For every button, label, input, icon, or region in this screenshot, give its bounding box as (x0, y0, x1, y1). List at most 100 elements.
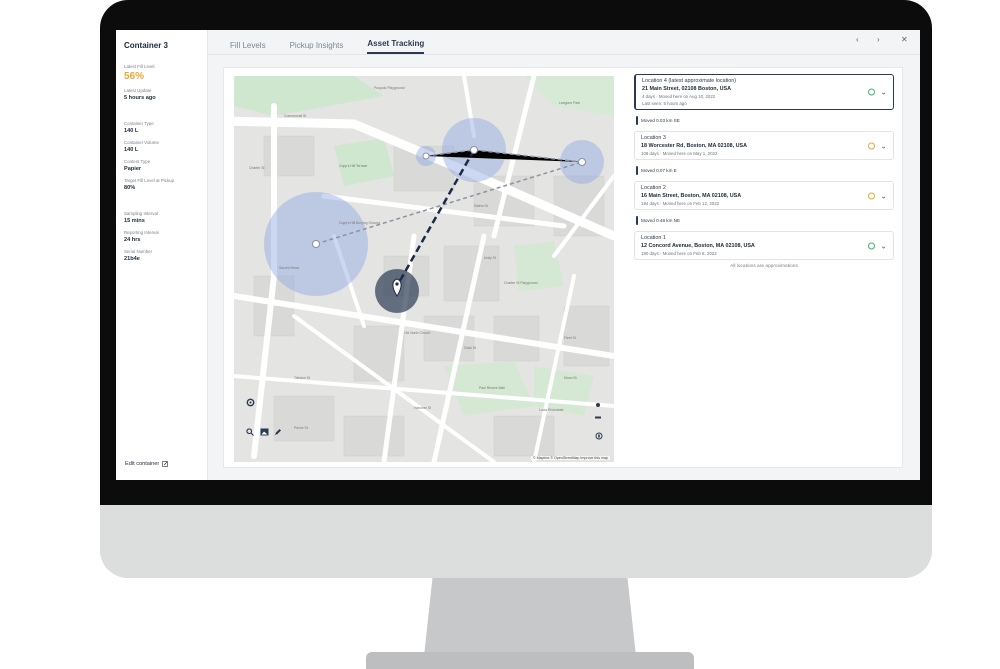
field-label: Target Fill Level at Pickup (124, 178, 175, 183)
street-label: Moon St (564, 376, 577, 380)
location-title: Location 1 (641, 235, 666, 241)
location-history-list: Location 4 (latest approximate location)… (634, 74, 894, 269)
field-label: Serial Number (124, 249, 153, 254)
tab-bar: Fill Levels Pickup Insights Asset Tracki… (208, 30, 920, 54)
street-label: Salem St (474, 204, 488, 208)
location-address: 18 Worcester Rd, Boston, MA 02108, USA (641, 143, 748, 149)
place-label: Charter St Playground (504, 281, 538, 285)
movement-distance: Moved 0.07 km E (641, 168, 677, 173)
location-duration: 190 days · Moved here on Feb 8, 2022 (641, 251, 717, 256)
location-duration: 184 days · Moved here on Feb 12, 2022 (641, 201, 720, 206)
street-label: Fleet St (564, 336, 576, 340)
location-duration: 4 days · Moved here on Aug 10, 2022 (642, 94, 716, 99)
tab-fill-levels[interactable]: Fill Levels (230, 41, 266, 54)
location-duration: 108 days · Moved here on May 1, 2022 (641, 151, 718, 156)
field-label: Content Type (124, 159, 151, 164)
reporting-interval-value: 24 hrs (124, 237, 141, 243)
location-title: Location 2 (641, 185, 666, 191)
street-label: Charter St (249, 166, 265, 170)
search-icon[interactable] (246, 428, 260, 442)
map-attribution[interactable]: © Mapbox © OpenStreetMap Improve this ma… (530, 456, 610, 460)
movement-distance: Moved 0.48 km NE (641, 218, 681, 223)
location-card-1[interactable]: Location 1 12 Concord Avenue, Boston, MA… (634, 231, 894, 260)
container-title: Container 3 (124, 41, 169, 50)
street-label: Prince St (294, 426, 308, 430)
map-view[interactable]: Commercial St Charter St Salem St Prince… (234, 76, 614, 462)
monitor-chin (100, 505, 932, 578)
street-label: Commercial St (284, 114, 307, 118)
place-label: Old North Church (404, 331, 431, 335)
previous-arrow-icon[interactable]: ‹ (856, 35, 859, 44)
field-label: Container Type (124, 121, 154, 126)
field-label: Sampling Interval (124, 211, 158, 216)
place-label: Lucia Ristorante (539, 408, 564, 412)
zoom-out-icon[interactable] (595, 416, 609, 430)
location-marker-3[interactable] (578, 158, 586, 166)
place-label: Copp's Hill Terrace (339, 164, 368, 168)
location-card-3[interactable]: Location 3 18 Worcester Rd, Boston, MA 0… (634, 131, 894, 160)
street-label: Clark St (464, 346, 477, 350)
approximation-note: All locations are approximations (730, 264, 798, 269)
location-last-seen: Last seen: 5 hours ago (642, 101, 687, 106)
location-title: Location 3 (641, 135, 666, 141)
location-address: 16 Main Street, Boston, MA 02108, USA (641, 193, 742, 199)
monitor-stand-base (366, 652, 694, 669)
zoom-in-icon[interactable] (595, 402, 609, 416)
recenter-icon[interactable] (246, 398, 260, 412)
edit-container-label: Edit container (125, 461, 160, 467)
tab-divider (208, 54, 920, 55)
location-marker-1[interactable] (312, 240, 320, 248)
movement-indicator: Moved 0.48 km NE (634, 210, 894, 231)
close-icon[interactable]: ✕ (901, 35, 908, 44)
status-warning-icon (868, 192, 876, 199)
container-volume-value: 140 L (124, 147, 139, 153)
location-address: 12 Concord Avenue, Boston, MA 02108, USA (641, 243, 755, 249)
serial-number-value: 21b4e (124, 256, 140, 262)
location-address: 21 Main Street, 02108 Boston, USA (642, 86, 731, 92)
movement-indicator: Moved 0.03 km SE (634, 110, 894, 131)
chevron-down-icon[interactable]: ⌄ (880, 241, 887, 250)
street-label: Hanover St (414, 406, 431, 410)
place-label: Copp's Hill Burying Ground (339, 221, 380, 225)
location-card-4[interactable]: Location 4 (latest approximate location)… (634, 74, 894, 110)
location-card-2[interactable]: Location 2 16 Main Street, Boston, MA 02… (634, 181, 894, 210)
street-label: Unity St (484, 256, 496, 260)
place-label: Puopolo Playground (374, 86, 405, 90)
sampling-interval-value: 15 mins (124, 218, 145, 224)
location-title: Location 4 (latest approximate location) (642, 78, 737, 84)
location-marker-2[interactable] (470, 146, 478, 154)
app-screen: Container 3 Latest Fill Level 56% Latest… (116, 30, 920, 480)
movement-distance: Moved 0.03 km SE (641, 118, 680, 123)
field-label: Container Volume (124, 140, 159, 145)
chevron-down-icon[interactable]: ⌄ (880, 141, 887, 150)
container-sidebar: Container 3 Latest Fill Level 56% Latest… (116, 30, 208, 480)
chevron-down-icon[interactable]: ⌄ (880, 88, 887, 97)
asset-tracking-panel: Commercial St Charter St Salem St Prince… (223, 67, 903, 468)
monitor-stand-neck (424, 578, 636, 656)
next-arrow-icon[interactable]: › (877, 35, 880, 44)
status-ok-icon (868, 88, 876, 96)
draw-tool-icon[interactable] (274, 428, 288, 442)
place-label: Paul Revere Mall (479, 386, 505, 390)
container-type-value: 140 L (124, 128, 139, 134)
field-label: Latest Fill Level (124, 64, 155, 69)
tab-asset-tracking[interactable]: Asset Tracking (367, 39, 425, 54)
chevron-down-icon[interactable]: ⌄ (880, 191, 887, 200)
place-label: Langone Park (559, 101, 581, 105)
path-marker-icon (636, 216, 638, 225)
fill-level-value: 56% (124, 71, 145, 82)
status-warning-icon (868, 142, 876, 149)
path-marker-icon (636, 116, 638, 125)
tab-pickup-insights[interactable]: Pickup Insights (290, 41, 344, 54)
edit-container-link[interactable]: Edit container (125, 461, 169, 467)
image-layer-icon[interactable] (260, 428, 274, 442)
location-marker-extra[interactable] (422, 152, 430, 160)
compass-icon[interactable] (595, 432, 609, 446)
movement-indicator: Moved 0.07 km E (634, 160, 894, 181)
place-label: Sacred Heart (279, 266, 299, 270)
content-type-value: Papier (124, 166, 142, 172)
path-marker-icon (636, 166, 638, 175)
external-link-icon (162, 461, 169, 467)
field-label: Reporting Interval (124, 230, 159, 235)
street-label: Tileston St (294, 376, 310, 380)
